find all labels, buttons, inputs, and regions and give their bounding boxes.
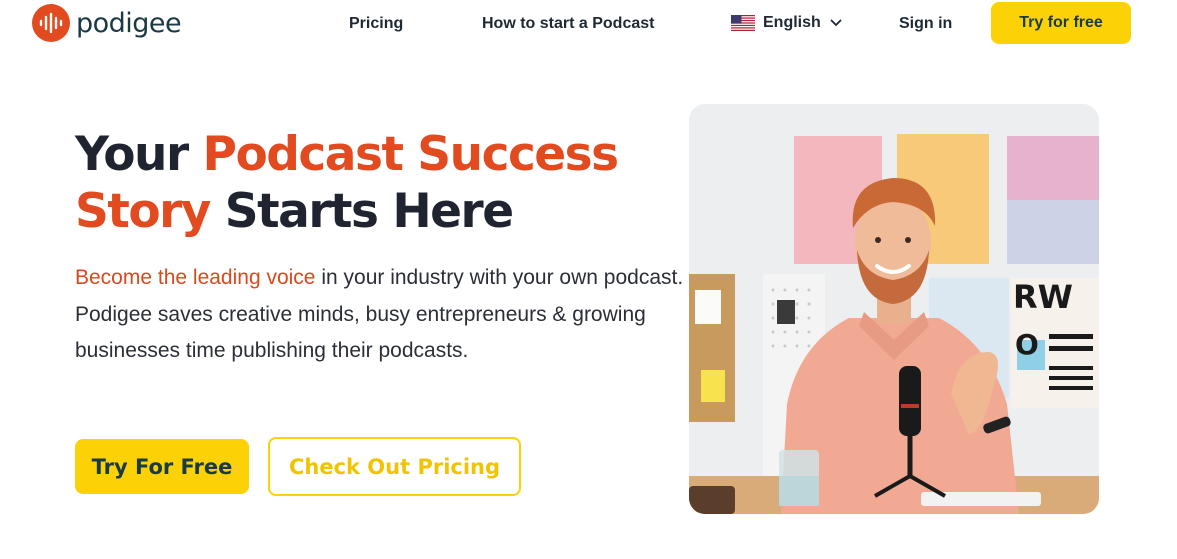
hero-title-part2: Starts Here <box>209 184 514 239</box>
try-for-free-button[interactable]: Try For Free <box>75 439 249 494</box>
nav-sign-in[interactable]: Sign in <box>899 15 952 33</box>
coffee-cup <box>689 486 735 514</box>
podigee-logo[interactable]: podigee <box>32 4 182 42</box>
try-for-free-header-button[interactable]: Try for free <box>991 2 1131 44</box>
logo-text: podigee <box>76 7 182 39</box>
hero-description-line2: Podigee saves creative minds, busy entre… <box>75 302 646 363</box>
hero-title-part1: Your <box>75 127 203 182</box>
svg-text:O: O <box>1015 328 1039 361</box>
hero-description: Become the leading voice in your industr… <box>75 260 685 370</box>
hero-description-rest: in your industry with your own podcast. <box>315 266 684 289</box>
podigee-logo-icon <box>32 4 70 42</box>
svg-text:RW: RW <box>1013 278 1073 316</box>
language-label: English <box>763 14 821 31</box>
hero-description-accent: Become the leading voice <box>75 266 316 289</box>
hero-title: Your Podcast Success Story Starts Here <box>75 126 675 240</box>
check-out-pricing-button[interactable]: Check Out Pricing <box>268 437 521 496</box>
language-selector[interactable]: English <box>731 14 842 32</box>
nav-pricing[interactable]: Pricing <box>349 15 403 33</box>
nav-how-to-start-podcast[interactable]: How to start a Podcast <box>482 15 654 33</box>
site-header: podigee Pricing How to start a Podcast E… <box>0 0 1177 48</box>
microphone <box>899 366 921 436</box>
us-flag-icon <box>731 15 755 31</box>
hero-photo-podcaster: RW O <box>689 104 1099 514</box>
chevron-down-icon <box>830 19 842 26</box>
